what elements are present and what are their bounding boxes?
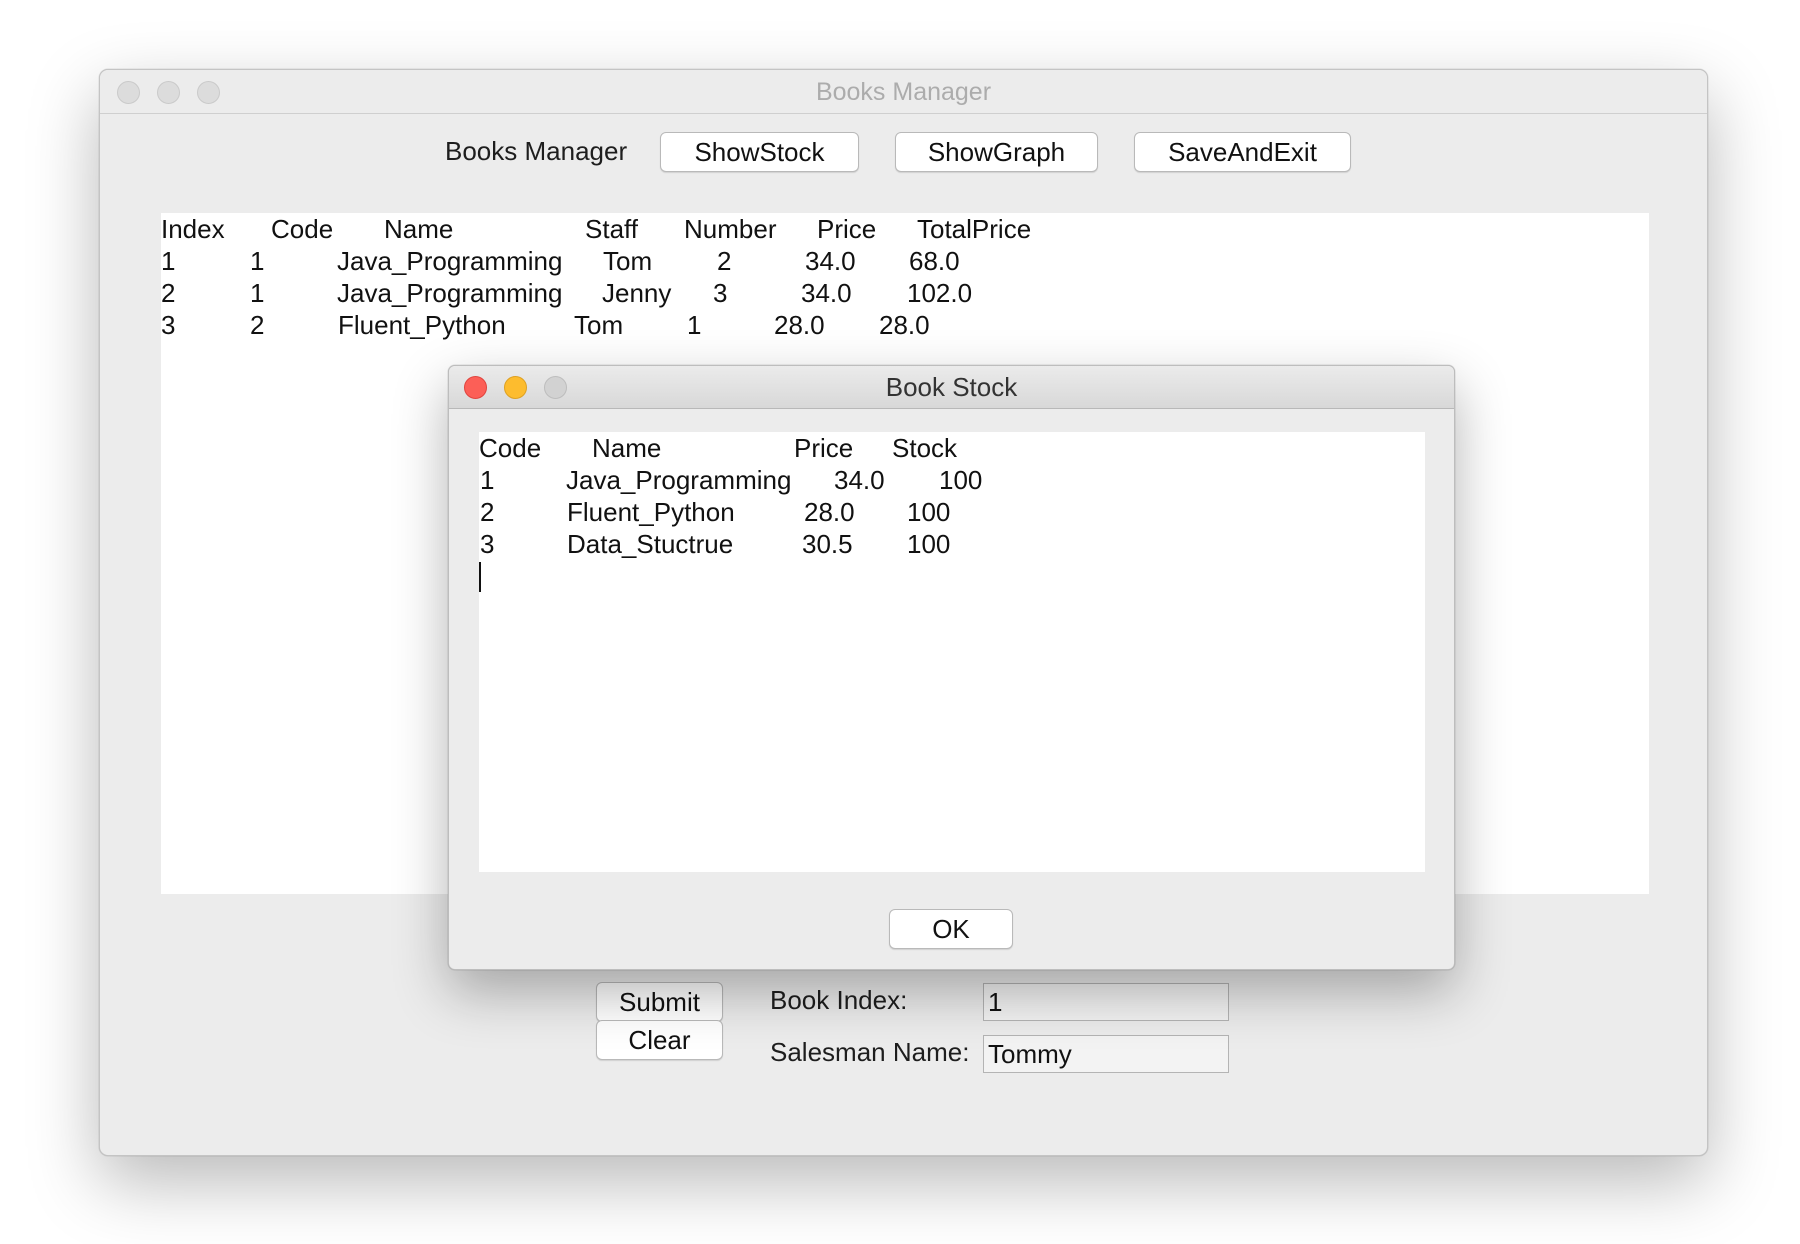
table-cell: 102.0 [907, 278, 973, 308]
table-cell: 2 [250, 310, 265, 340]
table-cell: 100 [939, 465, 983, 495]
table-cell: 3 [161, 310, 176, 340]
header-name: Name [384, 214, 454, 244]
dialog-title: Book Stock [885, 372, 1018, 402]
table-cell: 34.0 [805, 246, 856, 276]
table-cell: Java_Programming [337, 246, 563, 276]
header-code: Code [479, 433, 542, 463]
salesman-name-field[interactable] [983, 1035, 1229, 1073]
ok-button[interactable]: OK [889, 909, 1013, 949]
table-cell: 34.0 [834, 465, 885, 495]
table-cell: Jenny [602, 278, 672, 308]
table-cell: 1 [480, 465, 495, 495]
submit-button[interactable]: Submit [596, 982, 723, 1022]
table-cell: 1 [250, 278, 265, 308]
table-cell: 1 [250, 246, 265, 276]
header-number: Number [684, 214, 777, 244]
table-cell: 2 [161, 278, 176, 308]
table-cell: Data_Stuctrue [567, 529, 734, 559]
table-cell: 2 [717, 246, 732, 276]
table-cell: 34.0 [801, 278, 852, 308]
table-cell: 1 [687, 310, 702, 340]
dialog-titlebar[interactable]: Book Stock [449, 366, 1454, 409]
table-cell: 28.0 [879, 310, 930, 340]
table-cell: 28.0 [774, 310, 825, 340]
header-stock: Stock [892, 433, 958, 463]
header-label: Books Manager [445, 136, 628, 166]
table-cell: 28.0 [804, 497, 855, 527]
table-cell: 3 [480, 529, 495, 559]
table-cell: 2 [480, 497, 495, 527]
header-index: Index [161, 214, 225, 244]
clear-button[interactable]: Clear [596, 1020, 723, 1060]
header-staff: Staff [585, 214, 639, 244]
table-cell: Tom [574, 310, 624, 340]
header-code: Code [271, 214, 334, 244]
table-cell: 3 [713, 278, 728, 308]
table-cell: Tom [603, 246, 653, 276]
book-index-label: Book Index: [770, 985, 908, 1015]
stock-text-area[interactable]: Code Name Price Stock 1 Java_Programming… [479, 432, 1425, 872]
show-graph-button[interactable]: ShowGraph [895, 132, 1098, 172]
table-cell: Fluent_Python [567, 497, 735, 527]
header-price: Price [817, 214, 877, 244]
book-index-field[interactable] [983, 983, 1229, 1021]
table-cell: Java_Programming [566, 465, 792, 495]
table-cell: Java_Programming [337, 278, 563, 308]
salesman-name-label: Salesman Name: [770, 1037, 970, 1067]
table-cell: Fluent_Python [338, 310, 506, 340]
header-total-price: TotalPrice [917, 214, 1032, 244]
window-title: Books Manager [815, 78, 992, 106]
show-stock-button[interactable]: ShowStock [660, 132, 859, 172]
book-stock-dialog: Book Stock Code Name Price Stock 1 Java_… [448, 365, 1455, 970]
text-cursor [479, 562, 481, 592]
table-cell: 1 [161, 246, 176, 276]
table-cell: 100 [907, 529, 951, 559]
header-name: Name [592, 433, 662, 463]
header-price: Price [794, 433, 854, 463]
table-cell: 30.5 [802, 529, 853, 559]
table-cell: 68.0 [909, 246, 960, 276]
main-titlebar[interactable]: Books Manager [100, 70, 1707, 114]
table-cell: 100 [907, 497, 951, 527]
save-and-exit-button[interactable]: SaveAndExit [1134, 132, 1351, 172]
